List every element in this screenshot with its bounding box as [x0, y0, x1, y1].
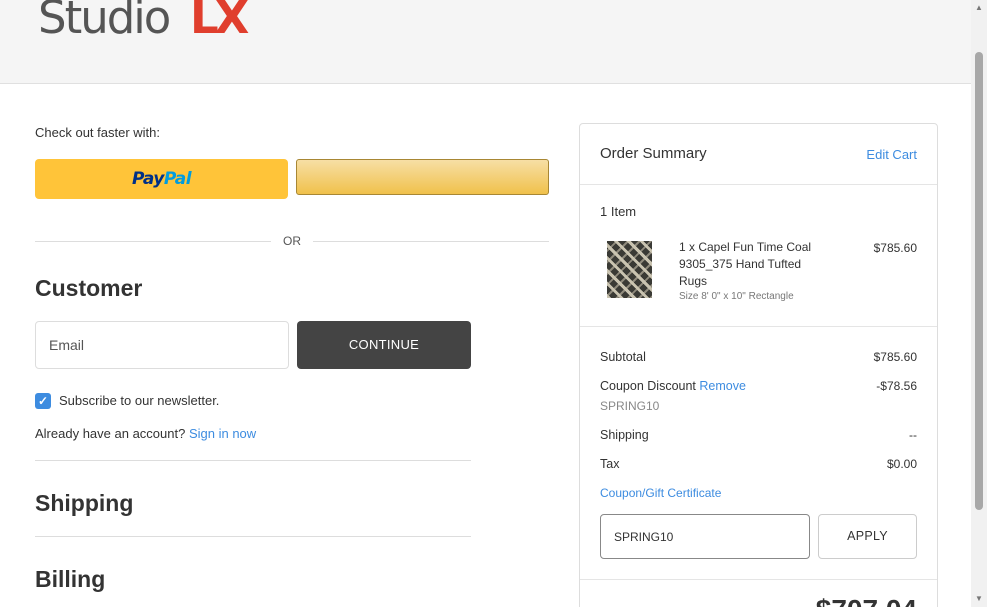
scroll-down-icon[interactable]: ▼	[971, 591, 987, 607]
continue-button[interactable]: CONTINUE	[297, 321, 471, 369]
coupon-discount-value: -$78.56	[876, 379, 917, 393]
paypal-logo-pal: Pal	[163, 169, 192, 189]
tax-label: Tax	[600, 457, 620, 471]
product-price: $785.60	[873, 241, 917, 255]
paypal-button[interactable]: PayPal	[35, 159, 288, 199]
item-count: 1 Item	[600, 204, 637, 219]
account-prompt: Already have an account? Sign in now	[35, 426, 256, 441]
order-summary-panel: Order Summary Edit Cart 1 Item 1 x Capel…	[579, 123, 938, 607]
coupon-discount-label: Coupon Discount	[600, 379, 696, 393]
summary-divider	[580, 184, 937, 185]
paypal-logo-pay: Pay	[131, 169, 164, 189]
apply-coupon-button[interactable]: APPLY	[818, 514, 917, 559]
sign-in-link[interactable]: Sign in now	[189, 426, 256, 441]
scrollbar-thumb[interactable]	[975, 52, 983, 510]
studiolx-logo[interactable]: Studio LX	[38, 0, 252, 46]
order-summary-title: Order Summary	[600, 145, 707, 162]
shipping-label: Shipping	[600, 428, 649, 442]
coupon-remove-link[interactable]: Remove	[699, 379, 746, 393]
section-divider	[35, 536, 471, 537]
account-prompt-text: Already have an account?	[35, 426, 186, 441]
customer-title: Customer	[35, 275, 143, 301]
subscribe-checkbox[interactable]: ✓	[35, 393, 51, 409]
summary-divider	[580, 326, 937, 327]
site-header: Studio LX	[0, 0, 971, 84]
product-name: 1 x Capel Fun Time Coal 9305_375 Hand Tu…	[679, 240, 812, 288]
product-thumbnail	[607, 241, 652, 298]
tax-value: $0.00	[886, 457, 917, 471]
checkout-faster-label: Check out faster with:	[35, 125, 160, 140]
product-size: Size 8' 0" x 10" Rectangle	[679, 291, 794, 302]
coupon-gift-certificate-link[interactable]: Coupon/Gift Certificate	[600, 486, 721, 500]
order-total-value: $707.04	[816, 594, 917, 607]
subtotal-value: $785.60	[873, 350, 917, 364]
or-divider-left	[35, 241, 271, 242]
subscribe-label[interactable]: Subscribe to our newsletter.	[59, 393, 219, 408]
coupon-code-input[interactable]	[600, 514, 810, 559]
logo-lx-text: LX	[190, 0, 249, 44]
coupon-discount-row: Coupon Discount Remove	[600, 379, 746, 393]
or-label: OR	[283, 234, 301, 248]
page-scrollbar[interactable]: ▲ ▼	[971, 0, 987, 607]
section-divider	[35, 460, 471, 461]
order-total-clip: $707.04	[787, 594, 917, 607]
subtotal-label: Subtotal	[600, 350, 646, 364]
edit-cart-link[interactable]: Edit Cart	[866, 147, 917, 162]
summary-divider	[580, 579, 937, 580]
applied-coupon-code: SPRING10	[600, 399, 660, 413]
scroll-up-icon[interactable]: ▲	[971, 0, 987, 16]
checkmark-icon: ✓	[37, 394, 49, 408]
amazon-pay-button[interactable]	[296, 159, 549, 195]
logo-studio-text: Studio	[38, 0, 171, 44]
or-divider-right	[313, 241, 549, 242]
email-field[interactable]	[35, 321, 289, 369]
shipping-title: Shipping	[35, 490, 134, 516]
shipping-value: --	[909, 428, 917, 442]
billing-title: Billing	[35, 566, 106, 592]
